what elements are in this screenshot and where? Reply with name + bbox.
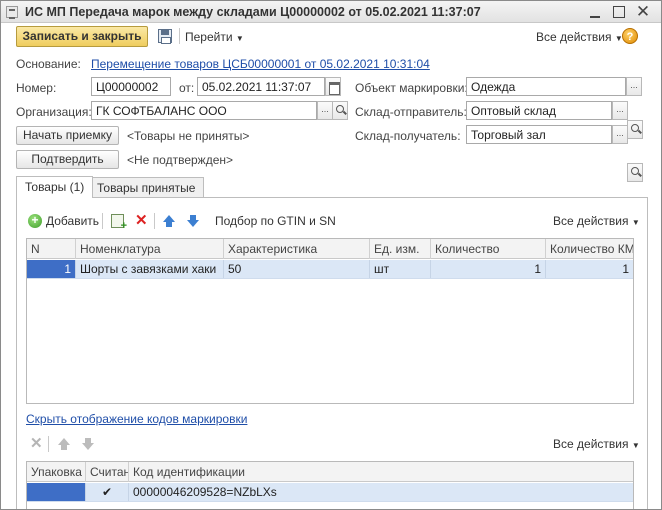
marking-object-field[interactable]: Одежда bbox=[466, 77, 626, 96]
confirm-status: <Не подтвержден> bbox=[127, 153, 234, 167]
move-up-icon bbox=[57, 437, 71, 451]
organization-label: Организация: bbox=[16, 105, 92, 119]
add-icon[interactable]: + bbox=[28, 214, 42, 228]
tab-accepted-goods[interactable]: Товары принятые bbox=[88, 177, 205, 198]
column-header-unit[interactable]: Ед. изм. bbox=[370, 239, 431, 259]
sender-warehouse-select-button[interactable] bbox=[612, 101, 628, 120]
organization-field[interactable]: ГК СОФТБАЛАНС ООО bbox=[91, 101, 317, 120]
dropdown-arrow-icon: ▼ bbox=[235, 34, 244, 43]
toolbar-separator bbox=[102, 213, 103, 229]
cell-package[interactable] bbox=[27, 483, 86, 501]
toolbar-separator bbox=[154, 213, 155, 229]
add-button[interactable]: Добавить bbox=[46, 214, 99, 228]
goto-label: Перейти bbox=[185, 30, 233, 44]
goods-all-actions-menu[interactable]: Все действия ▼ bbox=[553, 214, 640, 228]
receiver-warehouse-field[interactable]: Торговый зал bbox=[466, 125, 612, 144]
column-header-scanned[interactable]: Считан bbox=[86, 462, 129, 482]
column-header-quantity[interactable]: Количество bbox=[431, 239, 546, 259]
cell-characteristic[interactable]: 50 bbox=[224, 260, 370, 278]
number-label: Номер: bbox=[16, 81, 57, 95]
form-toolbar: Записать и закрыть Перейти ▼ Все действи… bbox=[1, 23, 661, 49]
maximize-icon[interactable] bbox=[611, 4, 627, 20]
receiver-warehouse-search-icon[interactable] bbox=[627, 163, 643, 182]
scanned-check-icon[interactable]: ✔ bbox=[86, 483, 129, 501]
basis-label: Основание: bbox=[16, 57, 81, 71]
hide-marking-codes-link[interactable]: Скрыть отображение кодов маркировки bbox=[26, 412, 247, 426]
goods-table[interactable]: N Номенклатура Характеристика Ед. изм. К… bbox=[26, 238, 634, 404]
save-and-close-button[interactable]: Записать и закрыть bbox=[16, 26, 148, 47]
copy-row-icon[interactable] bbox=[111, 214, 127, 232]
column-header-nomenclature[interactable]: Номенклатура bbox=[76, 239, 224, 259]
cell-nomenclature[interactable]: Шорты с завязками хаки bbox=[76, 260, 224, 278]
sender-warehouse-field[interactable]: Оптовый склад bbox=[466, 101, 612, 120]
dropdown-arrow-icon: ▼ bbox=[631, 441, 640, 450]
marking-object-select-button[interactable] bbox=[626, 77, 642, 96]
table-row[interactable]: ✔ 00000046209528=NZbLXs bbox=[27, 483, 633, 502]
organization-search-icon[interactable] bbox=[332, 101, 348, 120]
cell-quantity-km[interactable]: 1 bbox=[546, 260, 633, 278]
acceptance-status: <Товары не приняты> bbox=[127, 129, 250, 143]
move-down-icon bbox=[81, 437, 95, 451]
codes-all-actions-menu[interactable]: Все действия ▼ bbox=[553, 437, 640, 451]
cell-unit[interactable]: шт bbox=[370, 260, 431, 278]
receiver-warehouse-select-button[interactable] bbox=[612, 125, 628, 144]
cell-n[interactable]: 1 bbox=[27, 260, 76, 278]
start-acceptance-button[interactable]: Начать приемку bbox=[16, 126, 119, 145]
minimize-icon[interactable] bbox=[587, 4, 603, 20]
close-icon[interactable]: ✕ bbox=[635, 3, 651, 20]
marking-object-label: Объект маркировки: bbox=[355, 81, 468, 95]
confirm-button[interactable]: Подтвердить bbox=[16, 150, 119, 169]
column-header-n[interactable]: N bbox=[27, 239, 76, 259]
cell-quantity[interactable]: 1 bbox=[431, 260, 546, 278]
sender-warehouse-search-icon[interactable] bbox=[627, 120, 643, 139]
all-actions-menu[interactable]: Все действия ▼ bbox=[536, 30, 623, 44]
all-actions-label: Все действия bbox=[536, 30, 612, 44]
app-window-icon bbox=[6, 6, 18, 19]
move-down-icon[interactable] bbox=[186, 214, 200, 228]
delete-code-icon: ✕ bbox=[30, 435, 43, 452]
table-row[interactable]: 1 Шорты с завязками хаки 50 шт 1 1 bbox=[27, 260, 633, 279]
delete-row-icon[interactable]: ✕ bbox=[135, 213, 148, 228]
goods-table-header: N Номенклатура Характеристика Ед. изм. К… bbox=[27, 239, 633, 259]
calendar-icon[interactable] bbox=[325, 77, 341, 96]
date-label: от: bbox=[179, 81, 195, 95]
tab-goods[interactable]: Товары (1) bbox=[16, 176, 94, 198]
codes-table-header: Упаковка Считан Код идентификации bbox=[27, 462, 633, 482]
sender-warehouse-label: Склад-отправитель: bbox=[355, 105, 467, 119]
window-title: ИС МП Передача марок между складами Ц000… bbox=[25, 5, 481, 19]
column-header-identification-code[interactable]: Код идентификации bbox=[129, 462, 633, 482]
cell-identification-code[interactable]: 00000046209528=NZbLXs bbox=[129, 483, 633, 501]
basis-link[interactable]: Перемещение товаров ЦСБ00000001 от 05.02… bbox=[91, 57, 430, 71]
dropdown-arrow-icon: ▼ bbox=[631, 218, 640, 227]
date-field[interactable]: 05.02.2021 11:37:07 bbox=[197, 77, 325, 96]
all-actions-label: Все действия bbox=[553, 214, 629, 228]
document-window: ИС МП Передача марок между складами Ц000… bbox=[0, 0, 662, 510]
number-field[interactable]: Ц00000002 bbox=[91, 77, 171, 96]
goto-menu[interactable]: Перейти ▼ bbox=[185, 30, 244, 44]
receiver-warehouse-label: Склад-получатель: bbox=[355, 129, 461, 143]
help-icon[interactable]: ? bbox=[622, 28, 638, 44]
title-bar: ИС МП Передача марок между складами Ц000… bbox=[1, 1, 661, 23]
column-header-characteristic[interactable]: Характеристика bbox=[224, 239, 370, 259]
toolbar-separator bbox=[48, 436, 49, 452]
column-header-quantity-km[interactable]: Количество КМ bbox=[546, 239, 633, 259]
marking-codes-table[interactable]: Упаковка Считан Код идентификации ✔ 0000… bbox=[26, 461, 634, 509]
column-header-package[interactable]: Упаковка bbox=[27, 462, 86, 482]
goods-tab-panel: + Добавить ✕ Подбор по GTIN и SN Все дей… bbox=[16, 197, 648, 509]
toolbar-separator bbox=[179, 28, 180, 44]
gtin-sn-selection-button[interactable]: Подбор по GTIN и SN bbox=[215, 214, 336, 228]
save-icon[interactable] bbox=[158, 29, 172, 44]
move-up-icon[interactable] bbox=[162, 214, 176, 228]
organization-select-button[interactable] bbox=[317, 101, 333, 120]
all-actions-label: Все действия bbox=[553, 437, 629, 451]
